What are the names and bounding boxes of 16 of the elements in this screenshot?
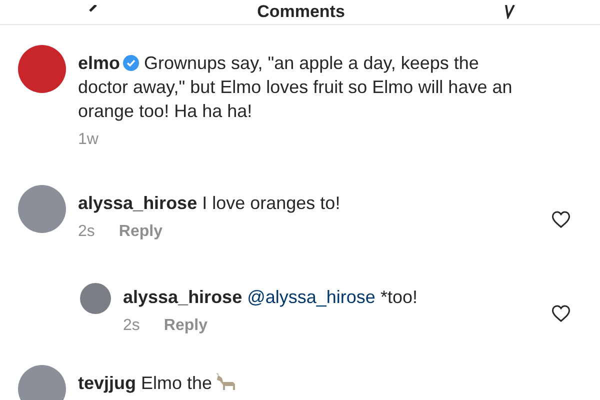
avatar[interactable] — [18, 185, 66, 233]
timestamp: 2s — [123, 317, 140, 335]
caption-text: elmo Grownups say, "an apple a day, keeps the doctor away," but Elmo loves fruit so Elmo will have an orange too! Ha ha ha! — [78, 52, 514, 123]
reply-button[interactable]: Reply — [164, 317, 208, 335]
comment-text: alyssa_hirose I love oranges to! — [78, 192, 342, 215]
comment-text: tevjjug Elmo the — [78, 371, 570, 395]
avatar[interactable] — [18, 365, 66, 400]
timestamp: 2s — [78, 223, 95, 241]
reply-button[interactable]: Reply — [118, 223, 162, 241]
heart-icon[interactable] — [552, 305, 570, 322]
heart-icon[interactable] — [552, 211, 570, 228]
avatar[interactable] — [18, 45, 66, 93]
avatar[interactable] — [80, 283, 111, 314]
timestamp: 1w — [78, 131, 100, 149]
comment-text: alyssa_hirose @alyssa_hirose *too! — [123, 286, 418, 309]
header-title: Comments — [257, 2, 345, 22]
